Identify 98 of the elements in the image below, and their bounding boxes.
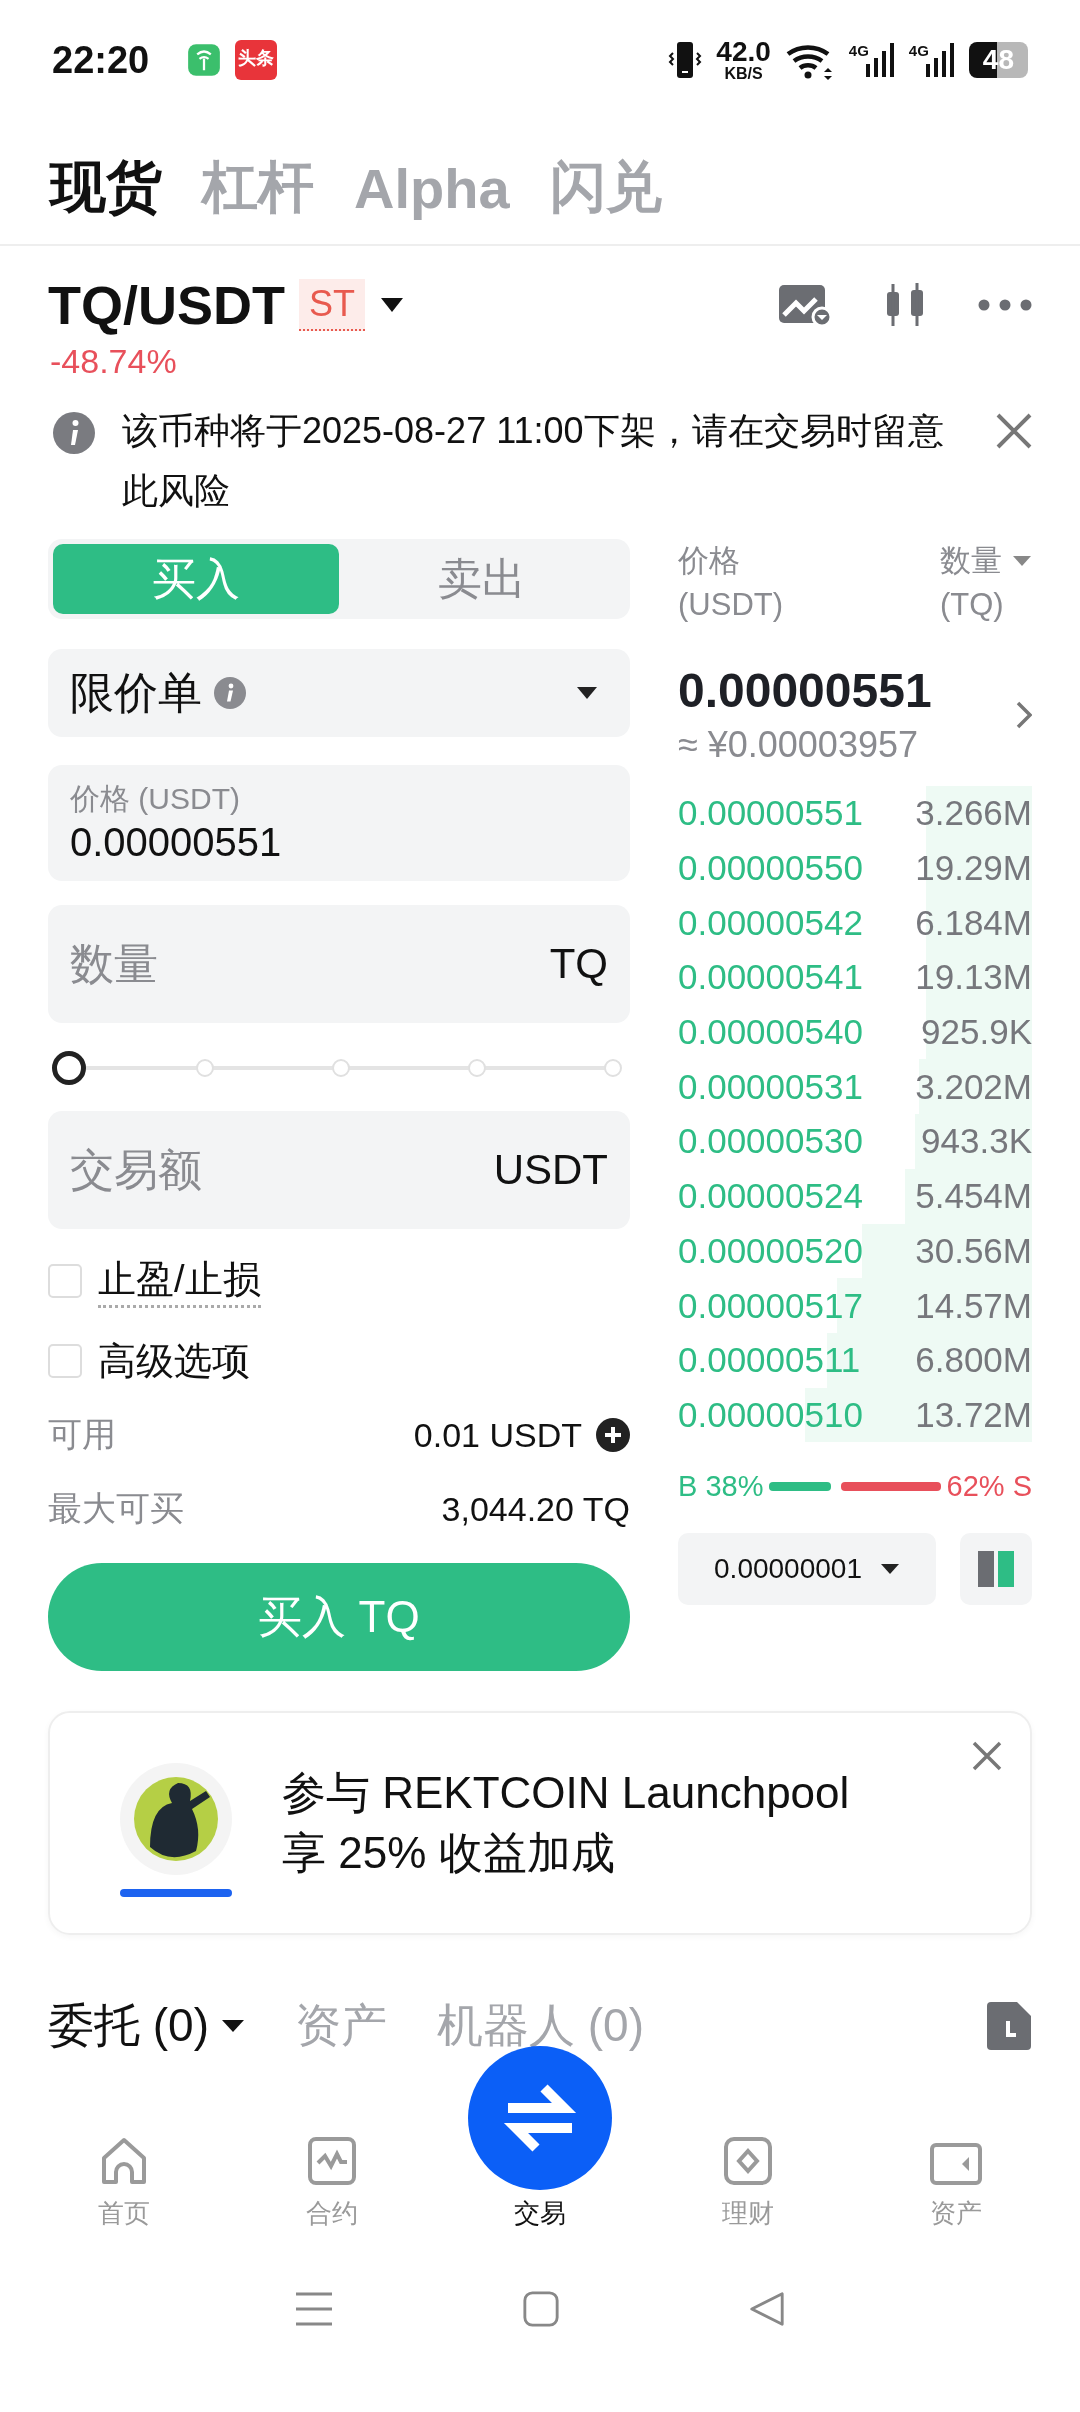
- available-label: 可用: [48, 1414, 116, 1455]
- nav-item[interactable]: 资产: [881, 2142, 1031, 2231]
- bid-quantity: 19.13M: [915, 957, 1032, 998]
- option-label[interactable]: 止盈/止损: [98, 1254, 261, 1308]
- vibrate-icon: [668, 40, 703, 80]
- nav-item[interactable]: 首页: [49, 2136, 199, 2231]
- nav-item[interactable]: 合约: [257, 2136, 407, 2231]
- bid-price[interactable]: 0.00000541: [678, 957, 863, 998]
- wallet-icon: [929, 2142, 983, 2186]
- market-tab[interactable]: 闪兑: [549, 150, 662, 226]
- checkbox[interactable]: [48, 1264, 82, 1298]
- caret-icon: [576, 686, 598, 700]
- chart-icon[interactable]: [778, 283, 832, 327]
- quantity-header[interactable]: 数量: [940, 539, 1002, 583]
- market-tab[interactable]: 杠杆: [202, 150, 314, 226]
- status-time: 22:20: [52, 38, 150, 82]
- bid-quantity: 3.202M: [915, 1066, 1032, 1107]
- orders-tab[interactable]: 委托 (0): [48, 1995, 245, 2057]
- amount-input[interactable]: 交易额: [70, 1145, 494, 1195]
- close-icon[interactable]: [972, 1741, 1002, 1771]
- bid-quantity: 19.29M: [915, 848, 1032, 889]
- price-label: 价格 (USDT): [70, 781, 241, 817]
- home-icon: [99, 2136, 149, 2186]
- quantity-unit: (TQ): [940, 586, 1005, 624]
- promo-title: 参与 REKTCOIN Launchpool: [282, 1767, 850, 1819]
- side-tab[interactable]: 买入: [53, 544, 339, 614]
- chart-icon: [307, 2136, 357, 2186]
- close-icon[interactable]: [996, 413, 1032, 449]
- precision-select[interactable]: 0.00000001: [678, 1533, 936, 1606]
- option-label[interactable]: 高级选项: [98, 1335, 250, 1387]
- price-change: -48.74%: [49, 341, 178, 381]
- nav-item[interactable]: 理财: [673, 2136, 823, 2231]
- amount-field[interactable]: 交易额 USDT: [48, 1111, 630, 1229]
- bid-price[interactable]: 0.00000542: [678, 902, 863, 943]
- add-icon[interactable]: [596, 1418, 630, 1452]
- risk-tag: ST: [299, 279, 365, 331]
- info-icon: [52, 411, 96, 455]
- bid-price[interactable]: 0.00000531: [678, 1066, 863, 1107]
- bid-price[interactable]: 0.00000550: [678, 848, 863, 889]
- network-speed: 42.0 KB/S: [716, 39, 771, 81]
- bid-price[interactable]: 0.00000511: [678, 1340, 861, 1381]
- info-icon: [214, 677, 246, 709]
- orders-tab[interactable]: 机器人 (0): [437, 1995, 644, 2057]
- side-tab[interactable]: 卖出: [339, 544, 625, 614]
- buy-button[interactable]: 买入 TQ: [48, 1563, 630, 1671]
- bid-quantity: 30.56M: [915, 1230, 1032, 1271]
- bid-quantity: 925.9K: [921, 1012, 1032, 1053]
- back-icon[interactable]: [748, 2290, 786, 2328]
- delisting-notice: 该币种将于2025-08-27 11:00下架，请在交易时留意此风险: [122, 409, 945, 513]
- network-type: 4G: [908, 42, 929, 59]
- quantity-input[interactable]: 数量: [70, 939, 550, 989]
- bid-price[interactable]: 0.00000524: [678, 1176, 863, 1217]
- bid-quantity: 943.3K: [921, 1121, 1032, 1162]
- bid-quantity: 14.57M: [915, 1285, 1032, 1326]
- app-icon: [187, 43, 222, 77]
- bid-quantity: 13.72M: [915, 1394, 1032, 1435]
- bid-price[interactable]: 0.00000540: [678, 1012, 863, 1053]
- bid-price[interactable]: 0.00000520: [678, 1230, 863, 1271]
- max-buy-label: 最大可买: [48, 1488, 184, 1529]
- document-icon[interactable]: [986, 2001, 1032, 2051]
- bid-quantity: 5.454M: [915, 1176, 1032, 1217]
- layout-icon: [976, 1549, 1016, 1590]
- network-type: 4G: [848, 42, 869, 59]
- orders-tab[interactable]: 资产: [295, 1995, 387, 2057]
- bid-price[interactable]: 0.00000517: [678, 1285, 863, 1326]
- chevron-right-icon[interactable]: [1016, 700, 1032, 729]
- layout-button[interactable]: [960, 1533, 1032, 1606]
- bid-price[interactable]: 0.00000551: [678, 793, 863, 834]
- home-button-icon[interactable]: [522, 2290, 560, 2328]
- price-header: 价格 (USDT): [678, 542, 784, 624]
- bid-quantity: 6.800M: [915, 1340, 1032, 1381]
- max-buy-value: 3,044.20 TQ: [441, 1489, 630, 1529]
- buy-ratio: B 38%: [678, 1470, 764, 1504]
- bid-quantity: 6.184M: [915, 902, 1032, 943]
- market-tab[interactable]: Alpha: [354, 150, 510, 226]
- bid-price[interactable]: 0.00000530: [678, 1121, 863, 1162]
- price-field[interactable]: 价格 (USDT) 0.00000551: [48, 765, 630, 881]
- menu-icon[interactable]: [294, 2291, 334, 2327]
- market-tab[interactable]: 现货: [50, 150, 162, 226]
- promo-card[interactable]: 参与 REKTCOIN Launchpool 享 25% 收益加成: [48, 1711, 1032, 1935]
- caret-icon: [879, 1563, 900, 1576]
- promo-subtitle: 享 25% 收益加成: [282, 1827, 616, 1879]
- last-price: 0.00000551: [678, 663, 932, 718]
- unit-label: TQ: [549, 940, 608, 988]
- bid-quantity: 3.266M: [915, 793, 1032, 834]
- price-input[interactable]: 0.00000551: [70, 820, 608, 865]
- more-icon[interactable]: [978, 299, 1032, 311]
- bid-price[interactable]: 0.00000510: [678, 1394, 863, 1435]
- unit-label: USDT: [493, 1146, 608, 1194]
- order-type-select[interactable]: 限价单: [48, 649, 630, 737]
- quantity-field[interactable]: 数量 TQ: [48, 905, 630, 1023]
- fiat-price: ≈ ¥0.00003957: [678, 724, 919, 766]
- pair-symbol[interactable]: TQ/USDT: [48, 274, 285, 336]
- sell-ratio: 62% S: [946, 1470, 1032, 1504]
- caret-icon[interactable]: [379, 297, 405, 313]
- news-app-icon: 头条: [235, 40, 278, 80]
- checkbox[interactable]: [48, 1344, 82, 1378]
- available-value: 0.01 USDT: [413, 1415, 582, 1455]
